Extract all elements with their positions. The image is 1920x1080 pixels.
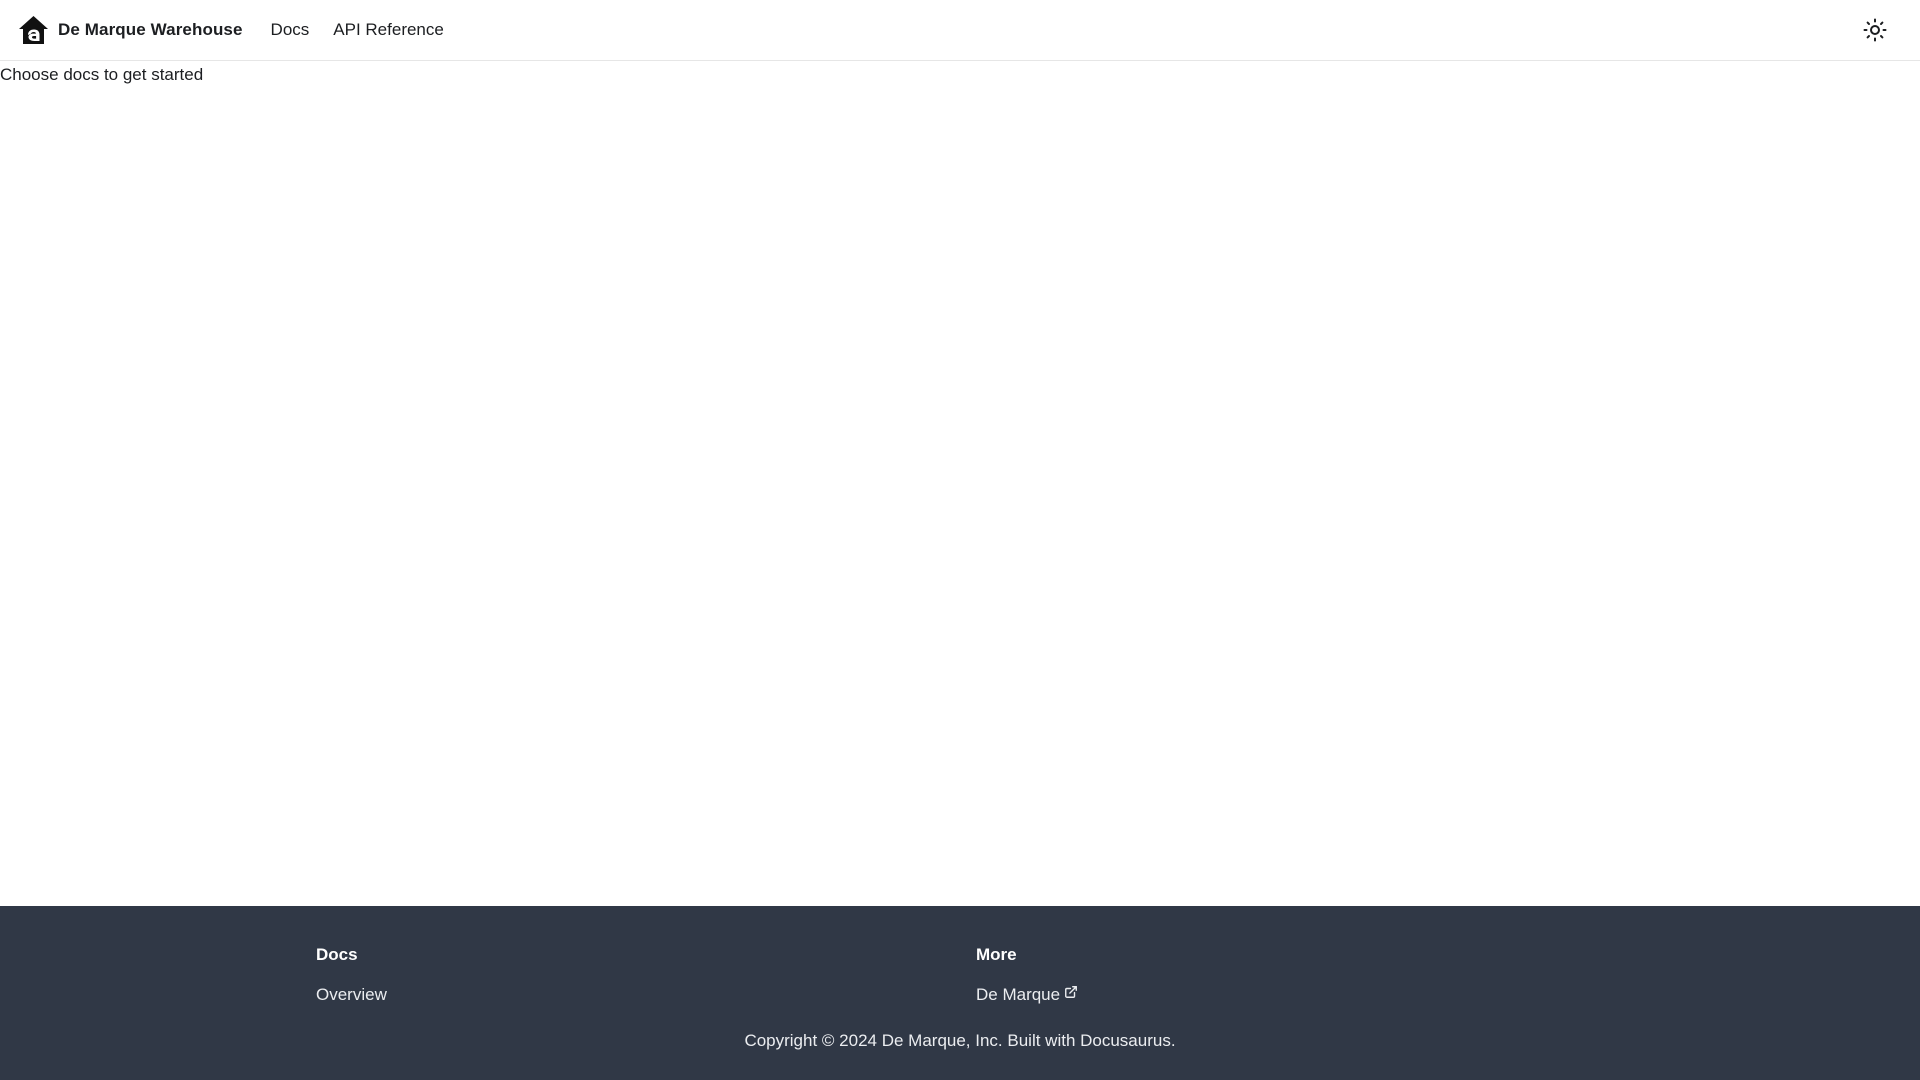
footer-column-title: Docs (316, 945, 358, 964)
footer-link-label: Overview (316, 985, 387, 1004)
brand-link[interactable]: De Marque Warehouse (17, 14, 243, 47)
footer-link-overview[interactable]: Overview (316, 984, 387, 1006)
footer-column-docs: Docs Overview (316, 944, 387, 1006)
footer-column-title: More (976, 945, 1017, 964)
nav-link-docs[interactable]: Docs (259, 20, 322, 40)
footer-column-more: More De Marque (976, 944, 1078, 1006)
footer: Docs Overview More De Marque Copyright ©… (0, 906, 1920, 1080)
sun-icon (1863, 18, 1887, 42)
intro-text: Choose docs to get started (0, 65, 204, 84)
page: De Marque Warehouse Docs API Reference C… (0, 0, 1920, 1080)
copyright-text: Copyright © 2024 De Marque, Inc. Built w… (744, 1031, 1176, 1050)
brand-title: De Marque Warehouse (58, 20, 243, 39)
footer-link-de-marque[interactable]: De Marque (976, 984, 1078, 1006)
top-navbar: De Marque Warehouse Docs API Reference (0, 0, 1920, 61)
nav-link-api-reference[interactable]: API Reference (321, 20, 456, 40)
home-logo-icon (19, 15, 48, 44)
footer-link-label: De Marque (976, 985, 1061, 1004)
theme-toggle-button[interactable] (1857, 12, 1893, 48)
main-content: Choose docs to get started (0, 61, 1920, 906)
external-link-icon (1065, 986, 1078, 998)
